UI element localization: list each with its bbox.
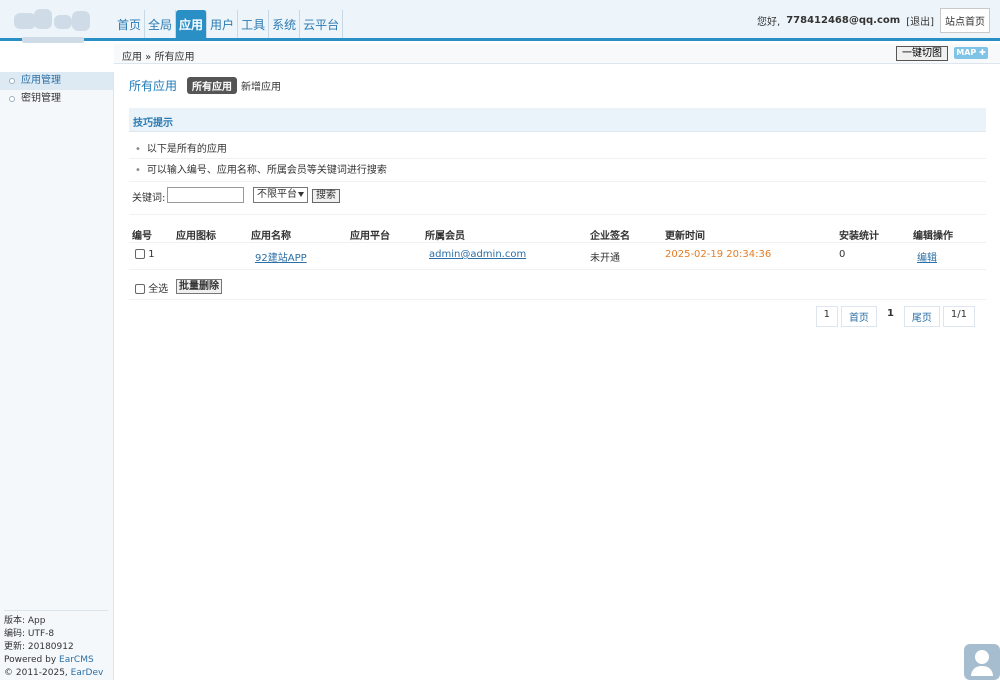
nav-apps[interactable]: 应用 — [176, 10, 208, 38]
col-actions: 编辑操作 — [913, 231, 953, 242]
tab-new-app[interactable]: 新增应用 — [241, 78, 281, 93]
pager-pages: 1/1 — [942, 306, 975, 327]
row-edit-link[interactable]: 编辑 — [917, 249, 937, 264]
col-icon: 应用图标 — [176, 231, 216, 242]
user-help-icon[interactable] — [964, 644, 1000, 680]
tip-text: 以下是所有的应用 — [146, 144, 227, 155]
row-signature: 未开通 — [590, 253, 620, 264]
pagination: 1 首页 1 尾页 1/1 — [815, 306, 975, 327]
nav-home[interactable]: 首页 — [114, 10, 146, 38]
tab-all-apps[interactable]: 所有应用 — [187, 77, 237, 94]
pager-last[interactable]: 尾页 — [903, 306, 940, 327]
main-nav: 首页 全局 应用 用户 工具 系统 云平台 — [114, 10, 344, 38]
nav-global[interactable]: 全局 — [145, 10, 177, 38]
title-row: 所有应用 所有应用 新增应用 — [129, 72, 986, 98]
powered-by: Powered by EarCMS — [4, 654, 108, 667]
logout-link[interactable]: [退出] — [906, 13, 934, 28]
search-row: 关键词: 不限平台 搜索 — [129, 186, 986, 214]
sidebar-item-app-management[interactable]: 应用管理 — [0, 72, 113, 90]
copyright-prefix: © 2011-2025, — [4, 668, 71, 678]
row-app-name-link[interactable]: 92建站APP — [255, 249, 307, 264]
batch-delete-button[interactable]: 批量删除 — [176, 279, 222, 294]
bullet-icon: • — [135, 144, 141, 155]
row-id-cell: 1 — [135, 249, 155, 260]
site-logo[interactable] — [14, 9, 92, 47]
select-all-checkbox[interactable] — [135, 284, 145, 294]
pager-current: 1 — [886, 308, 894, 319]
map-button[interactable]: MAP ✚ — [954, 47, 988, 59]
platform-select[interactable]: 不限平台 — [253, 187, 308, 203]
one-click-cut-button[interactable]: 一键切图 — [896, 46, 948, 61]
encoding-text: 编码: UTF-8 — [4, 629, 55, 639]
bullet-icon: • — [135, 165, 141, 176]
updated-text: 更新: 20180912 — [4, 642, 74, 652]
earcms-link[interactable]: EarCMS — [59, 655, 94, 665]
chevron-down-icon — [298, 192, 304, 197]
tips-header: 技巧提示 — [129, 108, 986, 132]
select-all-label: 全选 — [148, 284, 169, 295]
nav-users[interactable]: 用户 — [207, 10, 239, 38]
sidebar: 应用管理 密钥管理 版本: App 编码: UTF-8 更新: 20180912… — [0, 72, 114, 680]
col-name: 应用名称 — [251, 231, 291, 242]
col-installs: 安装统计 — [839, 231, 879, 242]
copyright: © 2011-2025, EarDev Inc. — [4, 667, 108, 680]
pager-first[interactable]: 首页 — [840, 306, 877, 327]
row-installs: 0 — [839, 249, 846, 260]
col-updated: 更新时间 — [665, 231, 705, 242]
table-header: 编号 应用图标 应用名称 应用平台 所属会员 企业签名 更新时间 安装统计 编辑… — [129, 221, 986, 243]
table-row: 1 92建站APP admin@admin.com 未开通 2025-02-19… — [129, 244, 986, 270]
pager-total: 1 — [815, 306, 838, 327]
keyword-label: 关键词: — [132, 193, 166, 204]
sub-toolbar: 应用 » 所有应用 一键切图 MAP ✚ — [114, 44, 1000, 64]
page-title: 所有应用 — [129, 79, 178, 93]
row-member-link[interactable]: admin@admin.com — [429, 249, 526, 260]
tip-item: • 以下是所有的应用 — [135, 140, 227, 155]
col-member: 所属会员 — [425, 231, 465, 242]
site-home-button[interactable]: 站点首页 — [940, 8, 990, 33]
row-updated-time: 2025-02-19 20:34:36 — [665, 249, 772, 260]
top-header: 首页 全局 应用 用户 工具 系统 云平台 您好, 778412468@qq.c… — [0, 0, 1000, 43]
nav-cloud[interactable]: 云平台 — [300, 10, 344, 38]
sidebar-item-key-management[interactable]: 密钥管理 — [0, 90, 113, 108]
nav-system[interactable]: 系统 — [269, 10, 301, 38]
powered-prefix: Powered by — [4, 655, 60, 665]
search-button[interactable]: 搜索 — [312, 189, 340, 203]
bullet-icon — [9, 96, 15, 102]
user-bar: 您好, 778412468@qq.com [退出] 站点首页 — [757, 8, 990, 33]
sidebar-item-label: 应用管理 — [21, 75, 61, 86]
greeting-text: 您好, — [757, 17, 781, 28]
platform-selected-value: 不限平台 — [257, 189, 297, 200]
breadcrumb: 应用 » 所有应用 — [122, 52, 195, 63]
sidebar-item-label: 密钥管理 — [21, 93, 61, 104]
user-email: 778412468@qq.com — [786, 15, 901, 26]
row-id: 1 — [148, 249, 155, 260]
select-all[interactable]: 全选 — [135, 280, 168, 295]
version-text: 版本: App — [4, 616, 46, 626]
row-checkbox[interactable] — [135, 249, 145, 259]
tip-item: • 可以输入编号、应用名称、所属会员等关键词进行搜索 — [135, 161, 387, 176]
tip-text: 可以输入编号、应用名称、所属会员等关键词进行搜索 — [146, 165, 387, 176]
bullet-icon — [9, 78, 15, 84]
col-signature: 企业签名 — [590, 231, 630, 242]
batch-row: 全选 批量删除 — [129, 276, 986, 300]
keyword-input[interactable] — [167, 187, 244, 203]
sidebar-footer: 版本: App 编码: UTF-8 更新: 20180912 Powered b… — [4, 610, 108, 680]
col-platform: 应用平台 — [350, 231, 390, 242]
tips-title: 技巧提示 — [133, 118, 173, 129]
main-content: 所有应用 所有应用 新增应用 技巧提示 • 以下是所有的应用 • 可以输入编号、应用… — [129, 72, 986, 327]
col-id: 编号 — [132, 231, 152, 242]
nav-tools[interactable]: 工具 — [238, 10, 270, 38]
